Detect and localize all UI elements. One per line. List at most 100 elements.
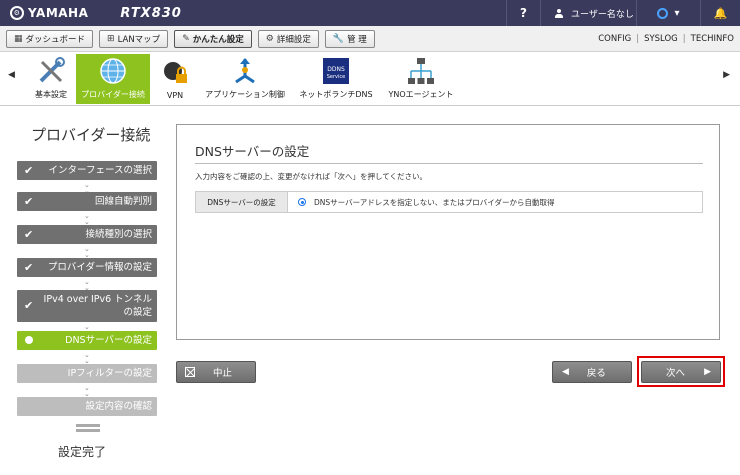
dns-setting-value: DNSサーバーアドレスを指定しない、またはプロバイダーから自動取得 [288, 192, 702, 212]
complete-arrow-icon [76, 424, 100, 434]
main-tabs: ▦ ダッシュボード ⊞ LANマップ ✎ かんたん設定 ⚙ 詳細設定 🔧 管 理… [0, 26, 740, 52]
chevron-down-icon: ⌄⌄ [84, 351, 90, 365]
step-label: 設定内容の確認 [85, 401, 152, 412]
tab-management[interactable]: 🔧 管 理 [324, 29, 375, 48]
tools-icon [39, 57, 65, 83]
check-icon: ✔ [24, 261, 34, 274]
arrow-right-icon: ▶ [704, 367, 711, 377]
check-icon: ✔ [24, 164, 34, 177]
notification-button[interactable]: 🔔 [700, 0, 740, 26]
step-label-line2: の設定 [123, 307, 152, 318]
step-connection-type: ✔ 接続種別の選択 [17, 225, 157, 244]
tab-label: ダッシュボード [25, 34, 86, 45]
check-icon: ✔ [24, 195, 34, 208]
top-bar: ⚙ YAMAHA RTX830 ? ユーザー名なし ▾ 🔔 [0, 0, 740, 26]
tab-dashboard[interactable]: ▦ ダッシュボード [6, 29, 94, 48]
function-label: YNOエージェント [388, 90, 454, 99]
step-label: 回線自動判別 [94, 196, 152, 207]
step-confirm: 設定内容の確認 [17, 397, 157, 416]
chevron-down-icon: ⌄⌄ [84, 245, 90, 259]
step-interface-select: ✔ インターフェースの選択 [17, 161, 157, 180]
cancel-button[interactable]: 中止 [176, 361, 256, 383]
function-label: ネットボランチDNS [299, 90, 373, 99]
vpn-lock-icon [164, 62, 187, 83]
step-provider-info: ✔ プロバイダー情報の設定 [17, 258, 157, 277]
scroll-left-icon[interactable]: ◀ [8, 70, 15, 80]
dashboard-icon: ▦ [14, 33, 23, 44]
next-button[interactable]: 次へ ▶ [641, 361, 721, 383]
function-netvolante-dns[interactable]: DDNS Service ネットボランチDNS [298, 54, 374, 104]
dns-service-icon: DDNS Service [323, 58, 349, 84]
tab-label: かんたん設定 [192, 34, 244, 45]
user-icon [555, 8, 563, 18]
function-label: アプリケーション制御 [205, 90, 285, 99]
help-button[interactable]: ? [506, 0, 540, 26]
tab-easy-setup[interactable]: ✎ かんたん設定 [174, 29, 252, 48]
check-icon: ✔ [24, 299, 34, 312]
yno-network-icon [408, 58, 434, 84]
yamaha-tuning-fork-icon: ⚙ [10, 6, 24, 20]
radio-selected-icon [298, 198, 306, 206]
tab-label: 管 理 [347, 34, 367, 45]
svg-text:DDNS: DDNS [327, 66, 345, 73]
step-label: 接続種別の選択 [85, 229, 152, 240]
user-menu[interactable]: ユーザー名なし [540, 0, 636, 26]
dns-settings-panel: DNSサーバーの設定 入力内容をご確認の上、変更がなければ「次へ」を押してくださ… [176, 124, 720, 340]
back-button-label: 戻る [586, 368, 606, 379]
chevron-down-icon: ▾ [674, 7, 680, 19]
next-button-label: 次へ [666, 368, 686, 379]
function-vpn[interactable]: VPN [160, 54, 190, 104]
wand-icon: ✎ [182, 33, 190, 44]
tab-label: LANマップ [117, 34, 161, 45]
step-label: インターフェースの選択 [48, 165, 152, 176]
setup-complete-label: 設定完了 [58, 445, 107, 459]
step-ipv4-over-ipv6: ✔ IPv4 over IPv6 トンネル の設定 [17, 290, 157, 322]
dns-setting-value-text: DNSサーバーアドレスを指定しない、またはプロバイダーから自動取得 [314, 197, 555, 207]
function-basic-settings[interactable]: 基本設定 [30, 54, 72, 104]
bell-icon: 🔔 [713, 6, 728, 20]
config-link[interactable]: CONFIG [598, 34, 631, 44]
globe-icon [100, 58, 126, 84]
cancel-button-label: 中止 [213, 368, 233, 379]
step-ip-filter: IPフィルターの設定 [17, 364, 157, 383]
model-name: RTX830 [120, 5, 182, 21]
tab-advanced-settings[interactable]: ⚙ 詳細設定 [257, 29, 319, 48]
help-icon: ? [520, 6, 527, 20]
brand-name: YAMAHA [28, 6, 89, 20]
current-step-dot-icon [25, 336, 33, 344]
user-name: ユーザー名なし [571, 9, 634, 20]
syslog-link[interactable]: SYSLOG [644, 34, 678, 44]
chevron-down-icon: ⌄⌄ [84, 212, 90, 226]
app-control-icon [235, 58, 255, 84]
tab-lanmap[interactable]: ⊞ LANマップ [99, 29, 169, 48]
function-application-control[interactable]: アプリケーション制御 [202, 54, 288, 104]
stepper-title: プロバイダー接続 [31, 126, 151, 144]
title-divider [195, 163, 703, 164]
techinfo-link[interactable]: TECHINFO [691, 34, 734, 44]
function-label: 基本設定 [35, 90, 67, 99]
function-label: プロバイダー接続 [81, 90, 145, 99]
step-line-detection: ✔ 回線自動判別 [17, 192, 157, 211]
dns-setting-label: DNSサーバーの設定 [196, 192, 288, 212]
gear-icon: ⚙ [265, 33, 274, 44]
dns-setting-row: DNSサーバーの設定 DNSサーバーアドレスを指定しない、またはプロバイダーから… [195, 191, 703, 213]
wrench-icon: 🔧 [332, 33, 345, 44]
status-ring-icon [657, 7, 669, 19]
function-provider-connection[interactable]: プロバイダー接続 [76, 54, 150, 104]
back-button[interactable]: ◀ 戻る [552, 361, 632, 383]
step-dns-server: DNSサーバーの設定 [17, 331, 157, 350]
divider: | [636, 34, 640, 44]
page-title: DNSサーバーの設定 [195, 144, 310, 159]
divider: | [682, 34, 686, 44]
function-yno-agent[interactable]: YNOエージェント [386, 54, 456, 104]
lanmap-icon: ⊞ [107, 33, 115, 44]
close-box-icon [185, 367, 195, 377]
instruction-text: 入力内容をご確認の上、変更がなければ「次へ」を押してください。 [195, 172, 428, 181]
scroll-right-icon[interactable]: ▶ [723, 70, 730, 80]
function-label: VPN [166, 91, 184, 100]
arrow-left-icon: ◀ [562, 367, 569, 377]
step-label: IPフィルターの設定 [67, 368, 152, 379]
yamaha-logo: ⚙ YAMAHA [10, 6, 88, 20]
tab-label: 詳細設定 [276, 34, 311, 45]
status-menu[interactable]: ▾ [636, 0, 700, 26]
